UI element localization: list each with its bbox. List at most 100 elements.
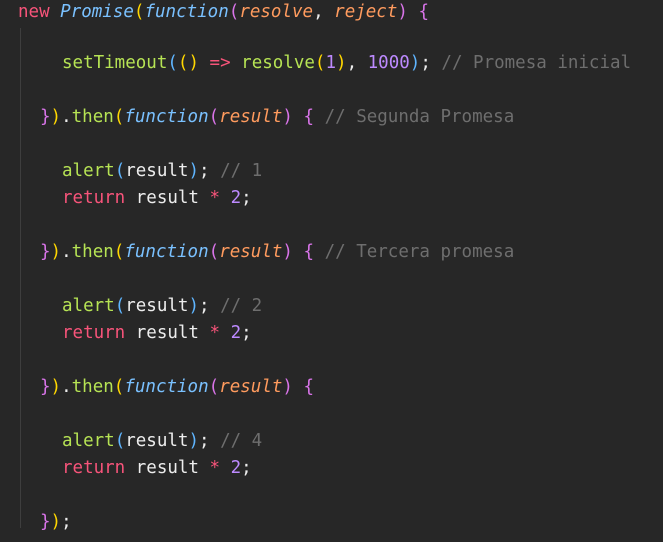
code-token: , bbox=[313, 2, 335, 22]
code-line-6: }).then(function(result) { // Tercera pr… bbox=[40, 240, 514, 264]
code-line-3: }).then(function(result) { // Segunda Pr… bbox=[40, 105, 514, 129]
code-token: , bbox=[346, 53, 368, 73]
code-token: * bbox=[209, 188, 221, 208]
code-token: function bbox=[124, 107, 209, 127]
code-token: 2 bbox=[230, 458, 242, 478]
code-token: . bbox=[61, 242, 72, 262]
code-token: reject bbox=[334, 2, 398, 22]
code-token: () bbox=[177, 53, 199, 73]
code-token: then bbox=[71, 242, 114, 262]
code-token: // 4 bbox=[220, 431, 263, 451]
code-token: ( bbox=[114, 431, 126, 451]
code-token: resolve bbox=[239, 2, 314, 22]
code-token: ) bbox=[397, 2, 408, 22]
code-token: ( bbox=[208, 377, 220, 397]
code-token: } bbox=[40, 242, 51, 262]
code-token: alert bbox=[62, 161, 115, 181]
code-token: ; bbox=[241, 323, 252, 343]
code-token: function bbox=[144, 2, 229, 22]
code-token: ( bbox=[314, 53, 326, 73]
code-token: ) bbox=[282, 107, 293, 127]
code-token: result bbox=[219, 242, 283, 262]
code-token: ; bbox=[420, 53, 442, 73]
code-line-8: return result * 2; bbox=[62, 321, 252, 345]
code-token: ( bbox=[167, 53, 178, 73]
code-token: { bbox=[303, 242, 315, 262]
code-token: then bbox=[71, 377, 114, 397]
indent-guide bbox=[20, 28, 21, 528]
code-line-12: }); bbox=[40, 510, 72, 534]
code-token: result bbox=[125, 458, 210, 478]
code-token: new bbox=[18, 2, 50, 22]
code-token: // Segunda Promesa bbox=[324, 107, 515, 127]
code-line-4: alert(result); // 1 bbox=[62, 159, 262, 183]
code-token: . bbox=[61, 377, 72, 397]
code-token: ) bbox=[188, 296, 199, 316]
code-token: ; bbox=[199, 296, 221, 316]
code-token: { bbox=[303, 107, 315, 127]
code-token: 2 bbox=[230, 323, 242, 343]
code-token: * bbox=[209, 458, 221, 478]
code-token: => bbox=[209, 53, 231, 73]
code-line-10: alert(result); // 4 bbox=[62, 429, 262, 453]
code-token: ) bbox=[50, 107, 62, 127]
code-token: result bbox=[125, 296, 189, 316]
code-token: ( bbox=[133, 2, 145, 22]
code-token: ( bbox=[113, 107, 125, 127]
code-token: alert bbox=[62, 296, 115, 316]
code-token: { bbox=[303, 377, 315, 397]
code-token: return bbox=[62, 188, 126, 208]
code-token: ( bbox=[113, 242, 125, 262]
code-token: ( bbox=[208, 242, 220, 262]
code-token: 2 bbox=[230, 188, 242, 208]
code-token: // Tercera promesa bbox=[324, 242, 515, 262]
code-line-1: new Promise(function(resolve, reject) { bbox=[18, 0, 429, 24]
code-line-7: alert(result); // 2 bbox=[62, 294, 262, 318]
code-token: 1000 bbox=[367, 53, 410, 73]
code-token: ; bbox=[199, 431, 221, 451]
code-token: ( bbox=[228, 2, 240, 22]
code-token: result bbox=[125, 431, 189, 451]
code-line-5: return result * 2; bbox=[62, 186, 252, 210]
code-token: ) bbox=[336, 53, 347, 73]
code-token: return bbox=[62, 458, 126, 478]
code-token: Promise bbox=[60, 2, 134, 22]
code-token: result bbox=[125, 161, 189, 181]
code-token: result bbox=[219, 377, 283, 397]
code-token: ) bbox=[188, 161, 199, 181]
code-token: ) bbox=[50, 512, 62, 532]
code-token: alert bbox=[62, 431, 115, 451]
code-token: ) bbox=[50, 242, 62, 262]
code-token: ) bbox=[409, 53, 421, 73]
code-token: result bbox=[125, 323, 210, 343]
code-line-9: }).then(function(result) { bbox=[40, 375, 314, 399]
code-token: ) bbox=[188, 431, 199, 451]
code-token: } bbox=[40, 512, 51, 532]
code-token: ( bbox=[208, 107, 220, 127]
code-token: . bbox=[61, 107, 72, 127]
code-token: // 2 bbox=[220, 296, 263, 316]
code-editor[interactable]: new Promise(function(resolve, reject) { … bbox=[0, 0, 663, 542]
code-token: resolve bbox=[241, 53, 315, 73]
code-token: } bbox=[40, 377, 51, 397]
code-token: ; bbox=[241, 458, 252, 478]
code-token: ( bbox=[114, 296, 126, 316]
code-token: ) bbox=[282, 377, 293, 397]
code-token: result bbox=[125, 188, 210, 208]
code-line-2: setTimeout(() => resolve(1), 1000); // P… bbox=[62, 51, 631, 75]
code-token: 1 bbox=[325, 53, 337, 73]
code-token: // Promesa inicial bbox=[441, 53, 632, 73]
code-token: ; bbox=[61, 512, 72, 532]
code-token: ) bbox=[282, 242, 293, 262]
code-token: result bbox=[219, 107, 283, 127]
